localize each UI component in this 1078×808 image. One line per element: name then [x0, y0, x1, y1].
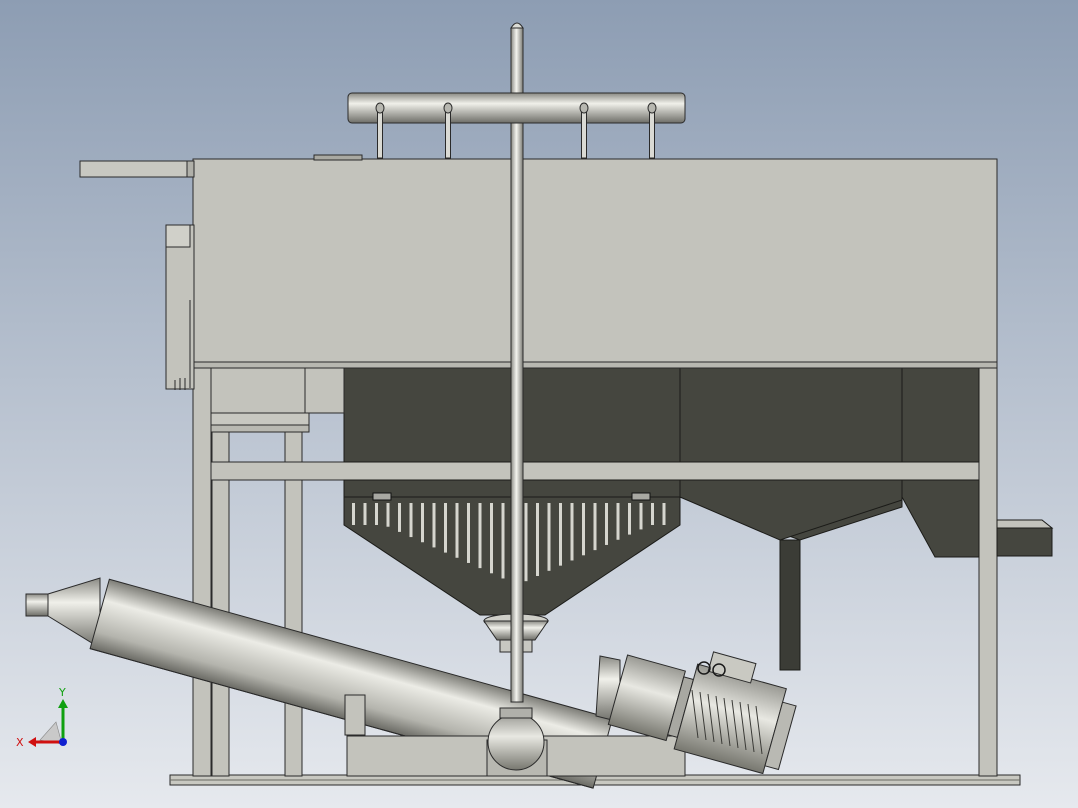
grille-slot: [421, 503, 424, 543]
grille-slot: [444, 503, 447, 553]
grille-slot: [536, 503, 539, 576]
grille-slot: [363, 503, 367, 525]
grille-slot: [559, 503, 562, 566]
grille-slot: [409, 503, 413, 538]
grille-slot: [467, 503, 470, 563]
side-inlet-box[interactable]: [165, 224, 195, 390]
grille-slot: [582, 503, 585, 556]
grille-slot: [352, 503, 355, 525]
spray-nozzle[interactable]: [647, 102, 657, 159]
side-outlet-chute[interactable]: [996, 519, 1054, 557]
x-axis-label: X: [16, 736, 24, 749]
grille-slot: [490, 503, 493, 574]
spray-manifold[interactable]: [347, 92, 686, 124]
hopper-clamp: [372, 492, 392, 501]
hopper-clamp: [631, 492, 651, 501]
feed-ledge[interactable]: [79, 160, 195, 178]
grille-slot: [605, 503, 608, 545]
grille-slot: [662, 503, 666, 525]
spray-nozzle[interactable]: [579, 102, 589, 159]
z-axis-dot-icon: [59, 738, 67, 746]
grille-slot: [398, 503, 401, 532]
coordinate-triad: Y X: [12, 684, 82, 754]
grille-slot: [478, 503, 482, 569]
grille-slot: [432, 503, 436, 548]
vertical-supply-pipe[interactable]: [510, 22, 524, 703]
spray-nozzle[interactable]: [375, 102, 385, 159]
grille-slot: [628, 503, 631, 535]
grille-slot: [524, 503, 528, 582]
grille-slot: [547, 503, 551, 571]
main-tank[interactable]: [192, 154, 998, 369]
grille-slot: [639, 503, 643, 530]
spray-nozzle[interactable]: [443, 102, 453, 159]
y-axis-label: Y: [58, 686, 66, 699]
grille-slot: [455, 503, 459, 558]
cad-graphics-viewport[interactable]: Y X: [0, 0, 1078, 808]
grille-slot: [616, 503, 620, 540]
machine-assembly-model[interactable]: [0, 0, 1078, 808]
grille-slot: [593, 503, 597, 551]
grille-slot: [375, 503, 378, 525]
grille-slot: [570, 503, 574, 561]
grille-slot: [651, 503, 654, 525]
grille-slot: [501, 503, 505, 579]
grille-slot: [386, 503, 390, 527]
